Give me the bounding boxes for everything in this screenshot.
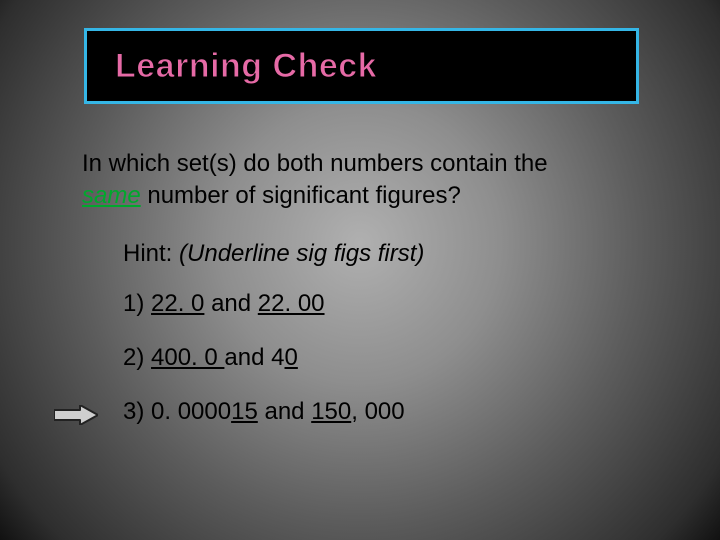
option-1-b: 22. 00 <box>258 290 325 317</box>
option-3-a-u: 15 <box>231 398 258 425</box>
question-text: In which set(s) do both numbers contain … <box>82 148 642 213</box>
option-2-mid: and <box>224 344 271 371</box>
emphasis-same: same <box>82 182 141 209</box>
option-3-a-pre: 0. 0000 <box>151 398 231 425</box>
option-1-num: 1) <box>123 290 151 317</box>
slide: Learning Check In which set(s) do both n… <box>0 0 720 540</box>
option-3-b-post: , 000 <box>351 398 404 425</box>
hint-label: Hint: <box>123 240 179 267</box>
page-title: Learning Check <box>115 47 377 86</box>
option-1: 1) 22. 0 and 22. 00 <box>123 290 405 318</box>
hint-text: Hint: (Underline sig figs first) <box>123 240 424 268</box>
option-1-a: 22. 0 <box>151 290 204 317</box>
option-3-mid: and <box>258 398 311 425</box>
option-3-num: 3) <box>123 398 151 425</box>
option-2-num: 2) <box>123 344 151 371</box>
option-2-b-pre: 4 <box>271 344 284 371</box>
option-2: 2) 400. 0 and 40 <box>123 344 405 372</box>
question-line2b: number of significant figures? <box>141 182 461 209</box>
option-1-mid: and <box>204 290 257 317</box>
option-3-b-u: 150 <box>311 398 351 425</box>
option-2-a: 400. 0 <box>151 344 224 371</box>
arrow-icon <box>54 405 98 425</box>
option-3: 3) 0. 000015 and 150, 000 <box>123 398 405 426</box>
option-2-b-u: 0 <box>285 344 298 371</box>
options-list: 1) 22. 0 and 22. 00 2) 400. 0 and 40 3) … <box>123 290 405 452</box>
title-box: Learning Check <box>84 28 639 104</box>
hint-paren: (Underline sig figs first) <box>179 240 424 267</box>
question-line1a: In which set(s) do both numbers contain … <box>82 150 548 177</box>
